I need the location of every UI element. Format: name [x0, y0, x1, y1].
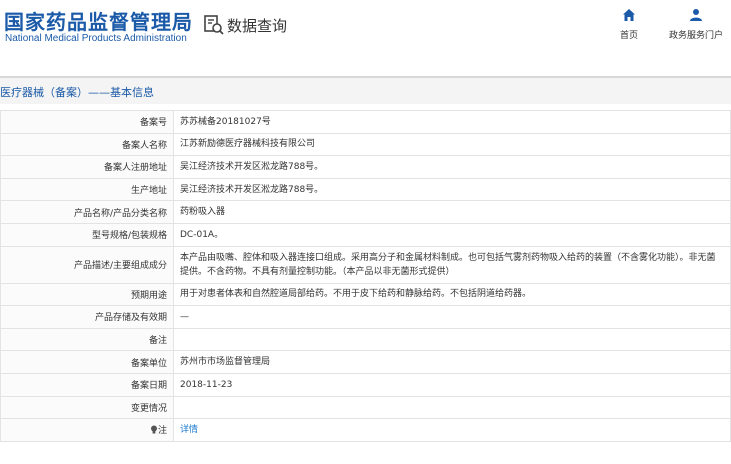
- row-label: 备案号: [0, 110, 174, 134]
- row-label: 备案日期: [0, 372, 174, 397]
- bulb-icon: [150, 425, 157, 434]
- row-value: 详情: [173, 418, 731, 442]
- table-row: 备案号 苏苏械备20181027号: [0, 110, 731, 134]
- table-row: 产品名称/产品分类名称 药粉吸入器: [0, 200, 731, 224]
- row-value: 江苏新励德医疗器械科技有限公司: [173, 132, 731, 157]
- data-query-label: 数据查询: [227, 16, 288, 35]
- row-label: 注: [157, 426, 167, 437]
- row-value: 苏州市市场监督管理局: [173, 350, 731, 374]
- table-row: 产品存储及有效期 —: [0, 305, 731, 329]
- row-label: 产品存储及有效期: [0, 305, 174, 329]
- nav-service-portal-label: 政务服务门户: [668, 31, 723, 41]
- table-row: 备案人名称 江苏新励德医疗器械科技有限公司: [0, 132, 731, 157]
- row-label: 产品描述/主要组成成分: [0, 245, 174, 284]
- row-value: —: [173, 305, 731, 329]
- row-label: 备案人注册地址: [0, 155, 174, 179]
- table-row: 变更情况: [0, 395, 731, 420]
- header: 国家药品监督管理局 National Medical Products Admi…: [0, 0, 731, 58]
- table-row: 型号规格/包装规格 DC-01A。: [0, 222, 731, 247]
- row-label: 型号规格/包装规格: [0, 222, 174, 247]
- table-row: 备案日期 2018-11-23: [0, 372, 731, 397]
- row-label: 生产地址: [0, 177, 174, 202]
- row-value: [173, 327, 731, 352]
- table-row: 生产地址 吴江经济技术开发区淞龙路788号。: [0, 177, 731, 202]
- site-logo-cn[interactable]: 国家药品监督管理局: [4, 6, 193, 35]
- table-row: 备案单位 苏州市市场监督管理局: [0, 350, 731, 374]
- nav-home[interactable]: 首页: [612, 8, 646, 41]
- user-icon: [690, 9, 702, 21]
- row-label: 产品名称/产品分类名称: [0, 200, 174, 224]
- section-title: 医疗器械（备案）——基本信息: [0, 86, 154, 99]
- row-value: 吴江经济技术开发区淞龙路788号。: [173, 177, 731, 202]
- row-value: 用于对患者体表和自然腔道局部给药。不用于皮下给药和静脉给药。不包括阴道给药器。: [173, 282, 731, 307]
- row-value: 苏苏械备20181027号: [173, 110, 731, 134]
- row-label: 变更情况: [0, 395, 174, 420]
- row-value: 本产品由吸嘴、腔体和吸入器连接口组成。采用高分子和金属材料制成。也可包括气雾剂药…: [173, 245, 731, 284]
- row-label: 备案人名称: [0, 132, 174, 157]
- search-document-icon: [204, 15, 224, 35]
- nav-home-label: 首页: [619, 31, 638, 41]
- row-value: DC-01A。: [173, 222, 731, 247]
- table-row: 备注: [0, 327, 731, 352]
- row-value: 2018-11-23: [173, 372, 731, 397]
- row-label: 备注: [0, 327, 174, 352]
- table-row: 产品描述/主要组成成分 本产品由吸嘴、腔体和吸入器连接口组成。采用高分子和金属材…: [0, 245, 731, 284]
- row-label: 预期用途: [0, 282, 174, 307]
- table-row: 备案人注册地址 吴江经济技术开发区淞龙路788号。: [0, 155, 731, 179]
- detail-table: 备案号 苏苏械备20181027号 备案人名称 江苏新励德医疗器械科技有限公司 …: [0, 110, 731, 442]
- row-value: [173, 395, 731, 420]
- home-icon: [623, 9, 635, 21]
- details-link[interactable]: 详情: [180, 425, 198, 435]
- nav-service-portal[interactable]: 政务服务门户: [663, 8, 729, 41]
- row-label-note: 注: [0, 418, 174, 442]
- table-row: 预期用途 用于对患者体表和自然腔道局部给药。不用于皮下给药和静脉给药。不包括阴道…: [0, 282, 731, 307]
- header-gap: [0, 58, 731, 76]
- row-value: 吴江经济技术开发区淞龙路788号。: [173, 155, 731, 179]
- row-label: 备案单位: [0, 350, 174, 374]
- row-value: 药粉吸入器: [173, 200, 731, 224]
- site-logo-en[interactable]: National Medical Products Administration: [5, 33, 187, 44]
- table-row: 注 详情: [0, 418, 731, 442]
- data-query[interactable]: 数据查询: [203, 13, 287, 37]
- section-title-bar: 医疗器械（备案）——基本信息: [0, 76, 731, 104]
